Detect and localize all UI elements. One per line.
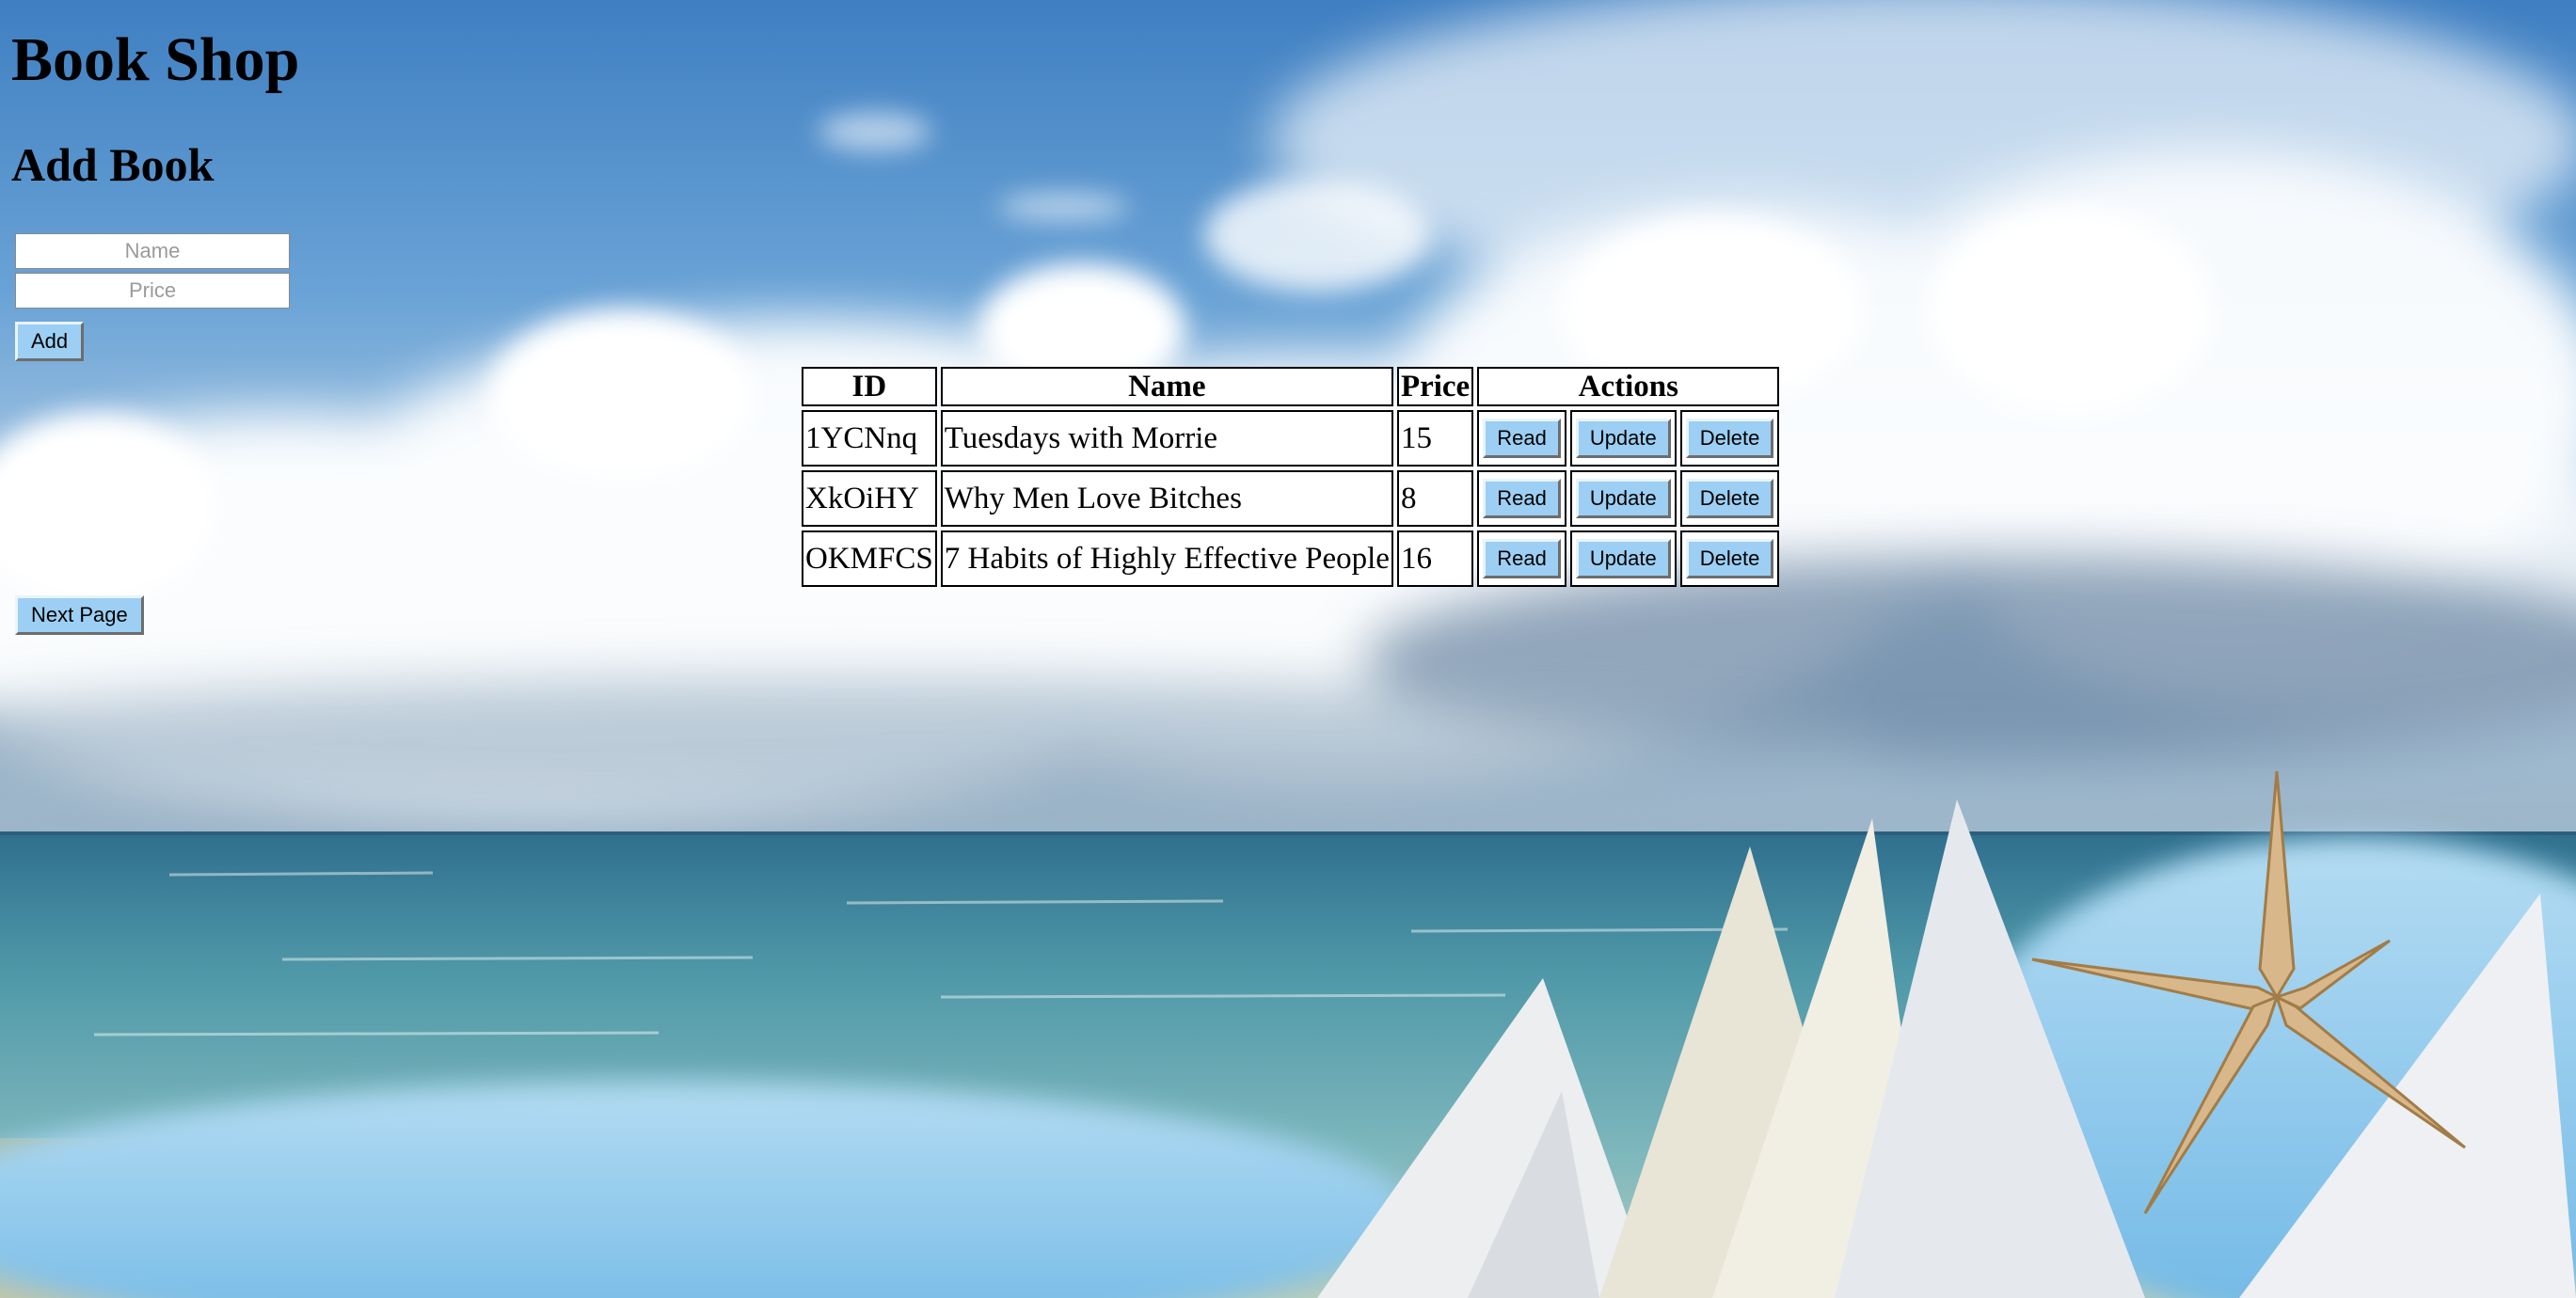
update-action-cell: Update	[1569, 470, 1677, 527]
book-price-cell: 8	[1396, 470, 1474, 527]
delete-button[interactable]: Delete	[1685, 479, 1774, 518]
book-name-cell: 7 Habits of Highly Effective People	[940, 530, 1393, 587]
add-book-heading: Add Book	[11, 138, 215, 191]
books-table: ID Name Price Actions 1YCNnq Tuesdays wi…	[798, 363, 1783, 591]
column-header-price: Price	[1396, 367, 1474, 406]
read-action-cell: Read	[1477, 470, 1566, 527]
table-row: XkOiHY Why Men Love Bitches 8 Read Updat…	[802, 470, 1780, 527]
update-action-cell: Update	[1569, 530, 1677, 587]
book-id-cell: OKMFCS	[802, 530, 937, 587]
update-button[interactable]: Update	[1575, 539, 1671, 578]
delete-action-cell: Delete	[1679, 530, 1780, 587]
update-button[interactable]: Update	[1575, 479, 1671, 518]
book-id-cell: 1YCNnq	[802, 410, 937, 467]
read-button[interactable]: Read	[1483, 419, 1561, 458]
update-button[interactable]: Update	[1575, 419, 1671, 458]
column-header-id: ID	[802, 367, 937, 406]
column-header-actions: Actions	[1477, 367, 1780, 406]
page-title: Book Shop	[11, 25, 300, 94]
book-price-cell: 15	[1396, 410, 1474, 467]
book-name-cell: Tuesdays with Morrie	[940, 410, 1393, 467]
read-action-cell: Read	[1477, 410, 1566, 467]
delete-button[interactable]: Delete	[1685, 419, 1774, 458]
table-row: OKMFCS 7 Habits of Highly Effective Peop…	[802, 530, 1780, 587]
add-book-form: Add	[15, 233, 290, 361]
delete-action-cell: Delete	[1679, 410, 1780, 467]
read-button[interactable]: Read	[1483, 479, 1561, 518]
update-action-cell: Update	[1569, 410, 1677, 467]
book-name-cell: Why Men Love Bitches	[940, 470, 1393, 527]
read-action-cell: Read	[1477, 530, 1566, 587]
delete-action-cell: Delete	[1679, 470, 1780, 527]
table-row: 1YCNnq Tuesdays with Morrie 15 Read Upda…	[802, 410, 1780, 467]
add-button[interactable]: Add	[15, 322, 85, 361]
table-header-row: ID Name Price Actions	[802, 367, 1780, 406]
book-id-cell: XkOiHY	[802, 470, 937, 527]
read-button[interactable]: Read	[1483, 539, 1561, 578]
name-input[interactable]	[15, 233, 290, 269]
column-header-name: Name	[940, 367, 1393, 406]
next-page-button[interactable]: Next Page	[15, 595, 144, 635]
book-price-cell: 16	[1396, 530, 1474, 587]
price-input[interactable]	[15, 273, 290, 309]
app-root: Book Shop Add Book Add ID Name Price Act…	[0, 0, 2576, 1298]
delete-button[interactable]: Delete	[1685, 539, 1774, 578]
